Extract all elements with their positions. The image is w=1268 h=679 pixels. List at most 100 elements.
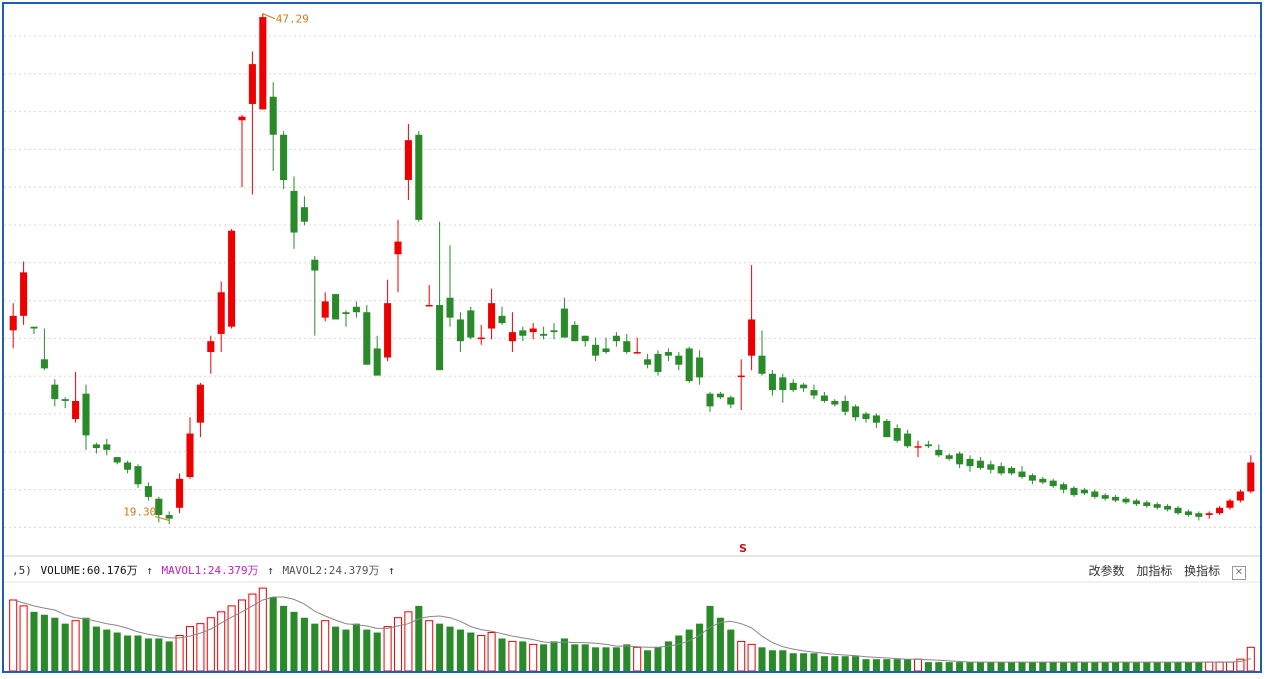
candle-body	[758, 355, 766, 374]
volume-bar	[644, 650, 652, 671]
volume-bar	[560, 638, 568, 671]
candle-body	[1080, 489, 1088, 494]
candle-body	[82, 393, 90, 436]
volume-bar	[571, 644, 579, 671]
candle-body	[103, 444, 111, 450]
volume-bar	[997, 662, 1005, 671]
candle-body	[1184, 511, 1192, 516]
modify-params-button[interactable]: 改参数	[1088, 564, 1124, 578]
volume-bar	[1205, 661, 1214, 671]
candle-body	[1216, 507, 1224, 514]
candle-body	[820, 395, 828, 401]
candle-body	[228, 230, 236, 327]
volume-bar	[425, 620, 434, 671]
candle-body	[259, 17, 267, 110]
candle-body	[883, 420, 891, 438]
volume-bar	[1008, 662, 1016, 671]
candle-body	[966, 458, 974, 467]
candle-body	[1070, 487, 1078, 496]
candle-body	[1132, 500, 1140, 505]
volume-bar	[831, 656, 839, 671]
candle-body	[706, 393, 714, 407]
volume-bar	[913, 658, 923, 671]
candle-body	[664, 352, 672, 356]
volume-bar	[1060, 662, 1068, 671]
candle-body	[238, 116, 246, 121]
candle-body	[290, 190, 298, 233]
volume-indicator-header: ,5) VOLUME:60.176万 ↑ MAVOL1:24.379万 ↑ MA…	[12, 559, 1266, 583]
volume-bar	[196, 623, 205, 671]
candle-body	[1112, 496, 1120, 501]
volume-bar	[1132, 662, 1140, 671]
volume-bar	[1153, 662, 1161, 671]
candle-body	[415, 134, 423, 220]
candle-body	[384, 303, 392, 358]
candle-body	[852, 406, 860, 418]
candle-body	[165, 515, 173, 519]
volume-bar	[30, 611, 38, 671]
volume-bar	[633, 646, 642, 671]
volume-bar	[935, 662, 943, 671]
candle-body	[904, 433, 912, 447]
candle-body	[186, 433, 194, 477]
candle-body	[1226, 500, 1234, 508]
candle-body	[987, 464, 995, 470]
volume-bar	[654, 647, 662, 671]
close-indicator-icon[interactable]: ✕	[1232, 566, 1246, 580]
candle-body	[831, 400, 839, 405]
volume-bar	[800, 653, 808, 671]
volume-bar	[508, 640, 517, 671]
volume-bar	[987, 662, 995, 671]
candle-body	[40, 359, 48, 369]
candle-body	[841, 400, 849, 412]
volume-bar	[623, 644, 631, 671]
candle-body	[467, 310, 475, 338]
volume-bar	[872, 659, 880, 671]
volume-bar	[269, 597, 277, 671]
mavol1-up-arrow-icon: ↑	[267, 564, 274, 577]
volume-bar	[342, 629, 350, 671]
candle-body	[477, 337, 485, 340]
candle-body	[1008, 467, 1016, 474]
candle-body	[456, 319, 464, 342]
candle-body	[404, 140, 412, 181]
volume-bar	[217, 611, 226, 671]
volume-bar	[841, 656, 849, 671]
candle-body	[644, 359, 652, 365]
volume-bar	[456, 629, 464, 671]
candle-body	[508, 332, 516, 342]
candle-body	[394, 241, 402, 255]
candle-body	[529, 328, 537, 333]
volume-bar	[737, 640, 746, 671]
volume-bar	[446, 626, 454, 671]
candle-body	[800, 384, 808, 389]
volume-bar	[103, 629, 111, 671]
volume-bar	[966, 662, 974, 671]
volume-bar	[165, 641, 173, 671]
volume-bar	[706, 605, 714, 671]
candle-body	[997, 466, 1005, 474]
volume-bar	[415, 605, 423, 671]
candle-body	[30, 326, 38, 329]
candle-body	[779, 377, 787, 391]
candle-body	[113, 457, 121, 463]
volume-bar	[61, 623, 69, 671]
candle-body	[1205, 513, 1213, 516]
mavol1-value: MAVOL1:24.379万	[161, 564, 259, 577]
add-indicator-button[interactable]: 加指标	[1136, 564, 1172, 578]
candle-body	[124, 462, 132, 470]
volume-bar	[727, 629, 735, 671]
volume-bar	[789, 653, 797, 671]
candle-body	[1164, 505, 1172, 510]
volume-bar	[820, 656, 828, 671]
volume-bar	[477, 634, 486, 671]
volume-bar	[1122, 662, 1130, 671]
candle-body	[311, 259, 319, 271]
candle-body	[1028, 475, 1036, 481]
volume-bar	[40, 614, 48, 671]
switch-indicator-button[interactable]: 换指标	[1184, 564, 1220, 578]
volume-bar	[862, 659, 870, 671]
candle-body	[61, 399, 69, 401]
volume-bar	[1049, 662, 1057, 671]
candle-body	[321, 301, 329, 318]
